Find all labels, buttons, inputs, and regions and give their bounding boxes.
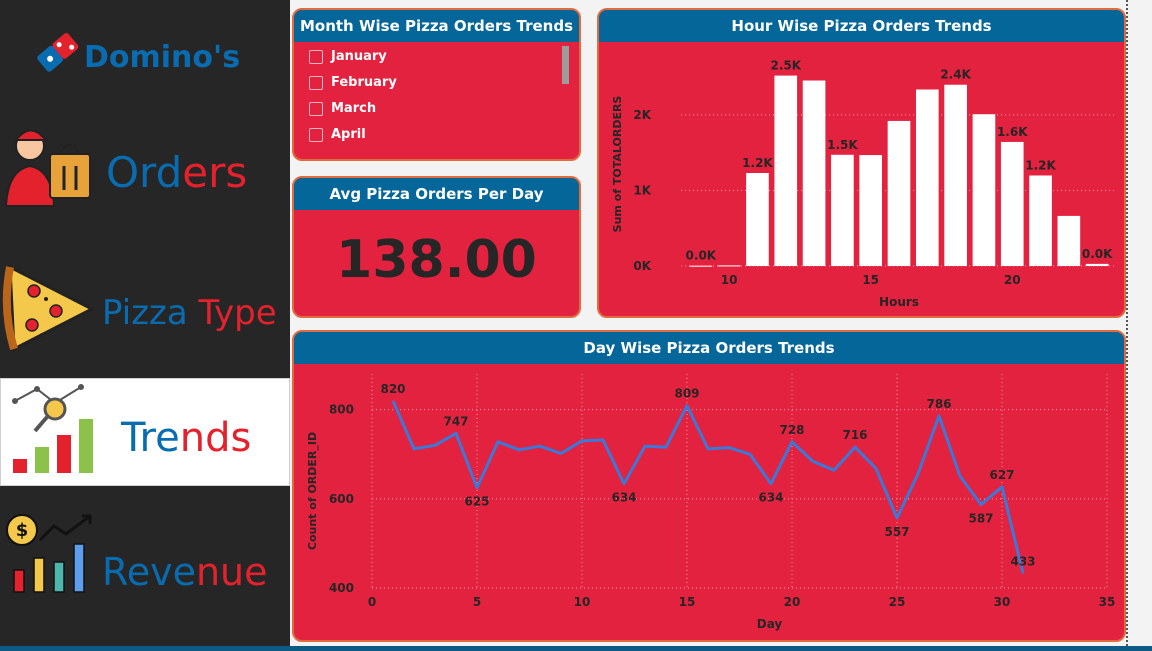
- checkbox[interactable]: [309, 75, 323, 90]
- x-axis-title: Day: [757, 617, 783, 631]
- data-label: 557: [884, 525, 909, 539]
- bar: [1085, 263, 1109, 266]
- data-label: 716: [842, 428, 867, 442]
- hour-chart-card: Hour Wise Pizza Orders Trends 0K 1K 2K 0.0K…: [597, 8, 1126, 318]
- bar: [717, 265, 741, 267]
- data-label: 627: [989, 468, 1014, 482]
- data-label: 1.2K: [742, 156, 773, 170]
- bar: [915, 89, 939, 266]
- y-tick-label: 0K: [633, 259, 651, 273]
- data-label: 728: [779, 423, 804, 437]
- bar: [689, 265, 713, 267]
- bar: [774, 75, 798, 266]
- bar: [1029, 175, 1052, 266]
- data-label: 634: [758, 491, 783, 505]
- bar: [944, 84, 967, 266]
- day-line-chart: 0 5 10 15 20 25 30 35 400 600 800 820 747 625 634 809 63…: [306, 374, 1116, 631]
- bar: [831, 154, 854, 266]
- y-axis-title: Sum of TOTALORDERS: [611, 96, 624, 233]
- x-tick-label: 20: [1004, 273, 1021, 287]
- svg-text:$: $: [16, 520, 29, 541]
- data-label: 2.5K: [770, 59, 801, 73]
- bar: [1000, 141, 1024, 266]
- month-slicer-card: Month Wise Pizza Orders Trends January F…: [292, 8, 581, 161]
- bar: [859, 155, 883, 266]
- x-tick-label: 25: [889, 595, 906, 609]
- data-label: 1.5K: [827, 138, 858, 152]
- data-label: 1.2K: [1025, 158, 1056, 172]
- bar: [802, 80, 826, 266]
- data-label: 433: [1010, 554, 1035, 568]
- x-tick-label: 20: [784, 595, 801, 609]
- bar: [972, 114, 996, 266]
- nav-item-revenue[interactable]: $ Revenue: [0, 500, 290, 608]
- y-axis-title: Count of ORDER_ID: [306, 432, 319, 550]
- data-label: 747: [443, 414, 468, 428]
- data-label: 809: [674, 387, 699, 401]
- data-label: 820: [380, 382, 405, 396]
- x-tick-label: 30: [994, 595, 1011, 609]
- nav-label-revenue: Revenue: [102, 550, 268, 594]
- dashboard: Domino's Orders Pizza Type Trends $ Reve…: [0, 0, 1152, 651]
- month-option-february[interactable]: February: [309, 75, 397, 90]
- y-tick-label: 1K: [633, 183, 651, 197]
- month-slicer-title: Month Wise Pizza Orders Trends: [294, 10, 579, 42]
- frame-divider: [1126, 0, 1128, 646]
- data-label: 587: [968, 512, 993, 526]
- pizza-slice-icon: [2, 264, 96, 352]
- checkbox[interactable]: [309, 101, 323, 116]
- x-axis-title: Hours: [879, 295, 919, 309]
- data-label: 2.4K: [940, 68, 971, 82]
- bar: [746, 172, 769, 266]
- nav-label-pizza-type: Pizza Type: [102, 293, 277, 333]
- hour-chart-title: Hour Wise Pizza Orders Trends: [599, 10, 1124, 42]
- nav-item-trends[interactable]: Trends: [0, 378, 290, 486]
- kpi-card: Avg Pizza Orders Per Day 138.00: [292, 176, 581, 318]
- sidebar: Domino's Orders Pizza Type Trends $ Reve…: [0, 0, 290, 651]
- data-label: 786: [926, 397, 951, 411]
- day-chart-title: Day Wise Pizza Orders Trends: [294, 332, 1124, 364]
- month-option-january[interactable]: January: [309, 49, 387, 64]
- delivery-person-icon: [4, 129, 91, 207]
- data-label: 0.0K: [1082, 247, 1113, 261]
- nav-label-orders: Orders: [106, 148, 248, 197]
- series-line: [391, 400, 1025, 574]
- data-label: 1.6K: [997, 125, 1028, 139]
- x-tick-label: 15: [862, 273, 879, 287]
- dominos-logo-icon: [37, 33, 79, 72]
- bottom-bar: [0, 646, 1152, 651]
- nav-item-pizza-type[interactable]: Pizza Type: [0, 249, 290, 357]
- x-tick-label: 10: [574, 595, 591, 609]
- day-chart-card: Day Wise Pizza Orders Trends 0 5 10 15 20 25 3…: [292, 330, 1126, 642]
- hour-bar-chart: 0K 1K 2K 0.0K 1.2K 2.5K 1.5K 2.4K 1.6K 1.2K 0.0K 10…: [611, 59, 1117, 309]
- x-tick-label: 5: [473, 595, 481, 609]
- bar: [1057, 215, 1081, 266]
- bar: [887, 120, 911, 266]
- logo-area: Domino's: [0, 0, 290, 108]
- x-tick-label: 0: [368, 595, 376, 609]
- trend-chart-icon: [12, 384, 93, 473]
- y-tick-label: 600: [329, 492, 354, 506]
- logo-text: Domino's: [84, 40, 241, 75]
- x-tick-label: 10: [721, 273, 738, 287]
- nav-item-orders[interactable]: Orders: [0, 108, 290, 216]
- revenue-chart-icon: $: [6, 514, 92, 593]
- month-option-march[interactable]: March: [309, 101, 376, 116]
- month-option-april[interactable]: April: [309, 127, 366, 142]
- data-label: 625: [464, 495, 489, 509]
- kpi-value: 138.00: [336, 230, 537, 290]
- nav-label-trends: Trends: [121, 415, 252, 461]
- y-tick-label: 400: [329, 581, 354, 595]
- checkbox[interactable]: [309, 49, 323, 64]
- y-tick-label: 2K: [633, 108, 651, 122]
- x-tick-label: 15: [679, 595, 696, 609]
- y-tick-label: 800: [329, 403, 354, 417]
- data-label: 634: [611, 491, 636, 505]
- data-label: 0.0K: [686, 249, 717, 263]
- slicer-scrollbar[interactable]: [562, 46, 569, 84]
- kpi-title: Avg Pizza Orders Per Day: [294, 178, 579, 210]
- x-tick-label: 35: [1099, 595, 1116, 609]
- checkbox[interactable]: [309, 127, 323, 142]
